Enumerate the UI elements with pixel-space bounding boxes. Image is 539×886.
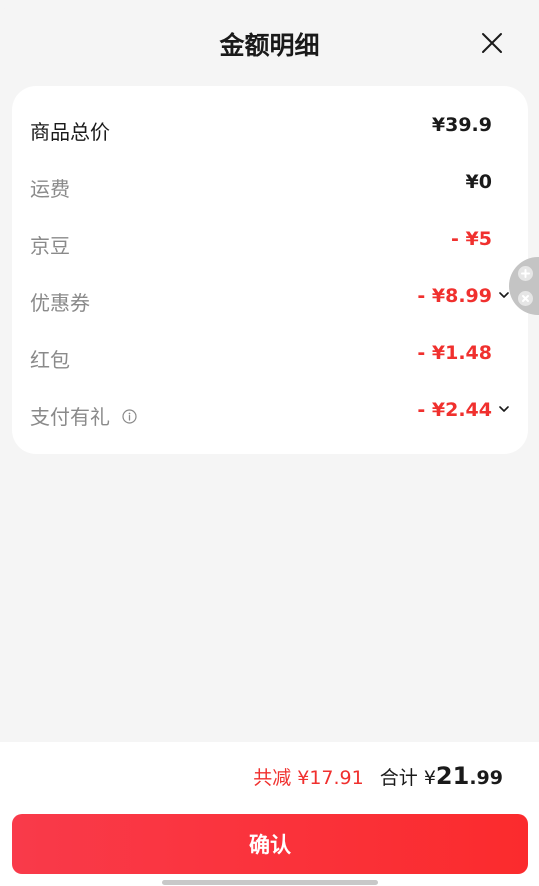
row-value: - ¥5 <box>451 228 492 250</box>
row-label: 运费 <box>30 177 70 201</box>
close-icon <box>482 33 502 53</box>
row-value: ¥39.9 <box>431 114 492 136</box>
row-goods-total: 商品总价 ¥39.9 <box>12 108 528 148</box>
row-payment-gift[interactable]: 支付有礼 - ¥2.44 <box>12 393 528 433</box>
chevron-down-icon <box>499 406 509 412</box>
total-decimal: .99 <box>469 767 503 789</box>
row-coupon[interactable]: 优惠券 - ¥8.99 <box>12 279 528 319</box>
row-value: ¥0 <box>465 171 492 193</box>
amount-detail-sheet: 金额明细 商品总价 ¥39.9 运费 ¥0 京豆 - ¥5 优惠券 - ¥8.9… <box>0 0 539 886</box>
row-label: 红包 <box>30 348 70 372</box>
total-saved: 共减 ¥17.91 <box>253 767 364 789</box>
total-label: 合计 ¥ <box>379 767 436 789</box>
bottom-bar: 共减 ¥17.91 合计 ¥21.99 确认 <box>0 742 539 886</box>
close-button[interactable] <box>481 32 503 54</box>
row-label-wrap: 支付有礼 <box>30 401 137 430</box>
row-label: 京豆 <box>30 234 70 258</box>
row-label: 优惠券 <box>30 291 90 315</box>
info-icon[interactable] <box>122 409 137 424</box>
row-label: 商品总价 <box>30 120 110 144</box>
price-summary: 共减 ¥17.91 合计 ¥21.99 <box>253 762 503 790</box>
row-jingdou: 京豆 - ¥5 <box>12 222 528 262</box>
row-value: - ¥2.44 <box>417 399 492 421</box>
price-breakdown-card: 商品总价 ¥39.9 运费 ¥0 京豆 - ¥5 优惠券 - ¥8.99 红包 … <box>12 86 528 454</box>
row-label: 支付有礼 <box>30 405 110 429</box>
row-value: - ¥8.99 <box>417 285 492 307</box>
total-integer: 21 <box>435 762 470 790</box>
row-value: - ¥1.48 <box>417 342 492 364</box>
row-red-packet: 红包 - ¥1.48 <box>12 336 528 376</box>
close-icon[interactable] <box>518 291 533 306</box>
home-indicator <box>162 880 378 885</box>
plus-icon[interactable] <box>518 266 533 281</box>
page-title: 金额明细 <box>219 31 320 60</box>
chevron-down-icon <box>499 292 509 298</box>
row-shipping: 运费 ¥0 <box>12 165 528 205</box>
sheet-header: 金额明细 <box>0 0 539 86</box>
confirm-button[interactable]: 确认 <box>12 814 528 874</box>
